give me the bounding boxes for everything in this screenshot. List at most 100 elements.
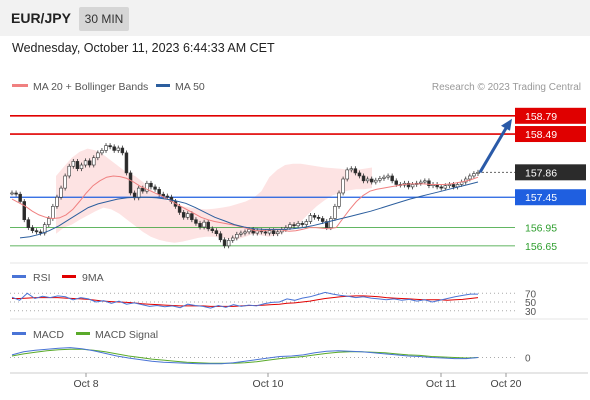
candle-body [472, 173, 476, 177]
candle-body [369, 178, 374, 183]
candle-body [71, 161, 76, 167]
x-tick-label: Oct 10 [253, 378, 284, 390]
resistance-level-label: 158.49 [525, 129, 557, 141]
candle-body [79, 164, 84, 169]
candle-body [210, 228, 215, 231]
candle-body [92, 157, 96, 166]
candle-body [55, 196, 59, 207]
candle-body [271, 230, 276, 234]
research-credit: Research © 2023 Trading Central [432, 82, 581, 93]
x-tick-label: Oct 11 [426, 378, 456, 390]
candle-body [22, 201, 26, 221]
candle-body [108, 145, 112, 148]
candle-body [349, 168, 354, 171]
candle-body [63, 175, 67, 189]
candle-body [439, 186, 443, 189]
candle-body [38, 231, 43, 234]
candle-body [316, 216, 321, 219]
candle-body [165, 195, 170, 198]
macd-legend-swatch [12, 332, 26, 335]
candle-body [296, 223, 300, 227]
candle-body [100, 150, 104, 154]
candle-body [67, 165, 71, 177]
candle-body [333, 206, 337, 219]
candle-body [361, 175, 366, 182]
candle-body [320, 218, 325, 222]
candle-body [10, 192, 14, 195]
candle-body [312, 215, 317, 218]
candle-body [202, 221, 206, 228]
candle-body [83, 160, 88, 166]
rsi-legend-label: RSI [33, 272, 51, 284]
macd-line [11, 347, 479, 365]
ma20-legend-label: MA 20 + Bollinger Bands [33, 81, 148, 93]
candle-body [18, 193, 22, 202]
candle-body [300, 223, 304, 225]
main-plot-area: 158.79 158.49 157.86 157.45 156.95 156.65 [10, 107, 586, 253]
candle-body [390, 175, 394, 182]
rsi-panel: 705030 [10, 289, 537, 318]
candle-body [153, 186, 157, 190]
candle-body [141, 187, 145, 192]
candle-body [149, 182, 153, 188]
candle-body [427, 180, 431, 186]
rsi-line [11, 291, 478, 309]
candle-body [116, 147, 121, 151]
x-tick-label: Oct 20 [491, 378, 522, 390]
candle-body [222, 239, 227, 247]
candle-body [357, 172, 362, 177]
candle-body [47, 218, 51, 225]
last-price-label: 157.86 [525, 167, 557, 179]
candle-body [382, 176, 386, 179]
candle-body [96, 152, 100, 159]
candle-body [263, 231, 268, 234]
candle-body [386, 175, 390, 178]
candle-body [394, 180, 398, 185]
candle-body [136, 187, 141, 199]
candle-body [75, 161, 80, 169]
candle-body [214, 230, 219, 234]
candle-body [304, 221, 309, 225]
candle-body [374, 179, 378, 183]
x-axis: Oct 8 Oct 10 Oct 11 Oct 20 [73, 373, 522, 390]
candle-body [243, 231, 247, 234]
candle-body [341, 178, 345, 194]
candle-body [337, 192, 341, 207]
pivot-level-label: 157.45 [525, 192, 557, 204]
ma50-legend-label: MA 50 [175, 81, 205, 93]
candle-body [181, 212, 186, 218]
candle-body [26, 219, 31, 228]
candle-body [218, 233, 223, 241]
candle-body [231, 237, 235, 241]
candle-body [186, 213, 190, 218]
candle-body [275, 231, 280, 234]
candle-body [378, 178, 382, 181]
macd-legend-label: MACD [33, 329, 64, 341]
ma20-legend-swatch [12, 84, 28, 87]
candle-body [447, 184, 452, 186]
macd-signal-legend-label: MACD Signal [95, 329, 158, 341]
candle-body [235, 234, 239, 239]
candle-body [104, 145, 108, 151]
candle-body [87, 160, 92, 166]
macd-panel: 0 [10, 347, 531, 365]
candle-body [288, 224, 292, 228]
candle-body [468, 175, 472, 180]
candle-body [451, 184, 456, 188]
candle-body [157, 189, 161, 195]
candle-body [443, 185, 448, 189]
candle-body [177, 206, 182, 213]
candle-body [112, 146, 116, 151]
candle-body [59, 187, 63, 198]
candle-body [128, 172, 133, 194]
candle-body [410, 184, 415, 188]
candle-body [190, 213, 194, 221]
candle-body [194, 219, 198, 224]
macd-signal-legend-swatch [76, 332, 90, 335]
macd-zero-label: 0 [525, 354, 531, 365]
candle-body [292, 224, 296, 227]
candle-body [353, 168, 358, 174]
candle-body [198, 223, 202, 228]
candle-body [51, 206, 55, 219]
x-tick-label: Oct 8 [73, 378, 98, 390]
